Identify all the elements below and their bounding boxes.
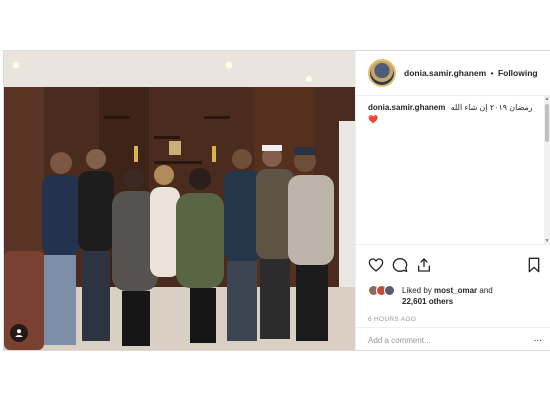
post-header: donia.samir.ghanem • Following: [356, 51, 550, 96]
bookmark-icon[interactable]: [526, 257, 542, 273]
caption: donia.samir.ghanem رمضان ٢٠١٩ إن شاء الل…: [356, 96, 544, 244]
liker-username-link[interactable]: most_omar: [434, 286, 477, 295]
likes-summary: Liked by most_omar and 22,601 others: [368, 285, 546, 307]
comment-input[interactable]: [368, 333, 528, 347]
caption-emoji: ❤️: [368, 115, 378, 124]
post-actions: Liked by most_omar and 22,601 others 6 H…: [356, 244, 550, 350]
action-icons-row: [368, 257, 544, 273]
comment-icon[interactable]: [392, 257, 408, 273]
avatar[interactable]: [368, 59, 396, 87]
post-sidebar: donia.samir.ghanem • Following donia.sam…: [355, 51, 550, 350]
tagged-users-icon[interactable]: [10, 324, 28, 342]
likes-text: Liked by most_omar and 22,601 others: [402, 285, 493, 307]
likes-middle: and: [477, 286, 493, 295]
scroll-thumb[interactable]: [545, 104, 549, 142]
header-username-link[interactable]: donia.samir.ghanem: [404, 68, 486, 78]
liker-avatars[interactable]: [368, 285, 398, 297]
caption-text: رمضان ٢٠١٩ إن شاء الله: [450, 103, 533, 112]
liker-avatar[interactable]: [384, 285, 395, 296]
group-photo-illustration: [4, 51, 355, 350]
heart-icon[interactable]: [368, 257, 384, 273]
share-icon[interactable]: [416, 257, 432, 273]
scroll-up-arrow-icon[interactable]: ▲: [544, 96, 550, 102]
post-photo[interactable]: [4, 51, 355, 350]
likes-count-link[interactable]: 22,601 others: [402, 297, 453, 306]
caption-username-link[interactable]: donia.samir.ghanem: [368, 103, 445, 112]
header-text: donia.samir.ghanem • Following: [404, 68, 538, 78]
header-separator: •: [490, 68, 494, 78]
instagram-post: donia.samir.ghanem • Following donia.sam…: [3, 50, 550, 351]
more-options-icon[interactable]: ...: [534, 334, 542, 344]
caption-scrollbar[interactable]: ▲ ▼: [544, 96, 550, 244]
comment-box: ...: [356, 327, 550, 351]
post-timestamp[interactable]: 6 HOURS AGO: [368, 316, 416, 323]
likes-prefix: Liked by: [402, 286, 435, 295]
following-button[interactable]: Following: [498, 68, 538, 78]
